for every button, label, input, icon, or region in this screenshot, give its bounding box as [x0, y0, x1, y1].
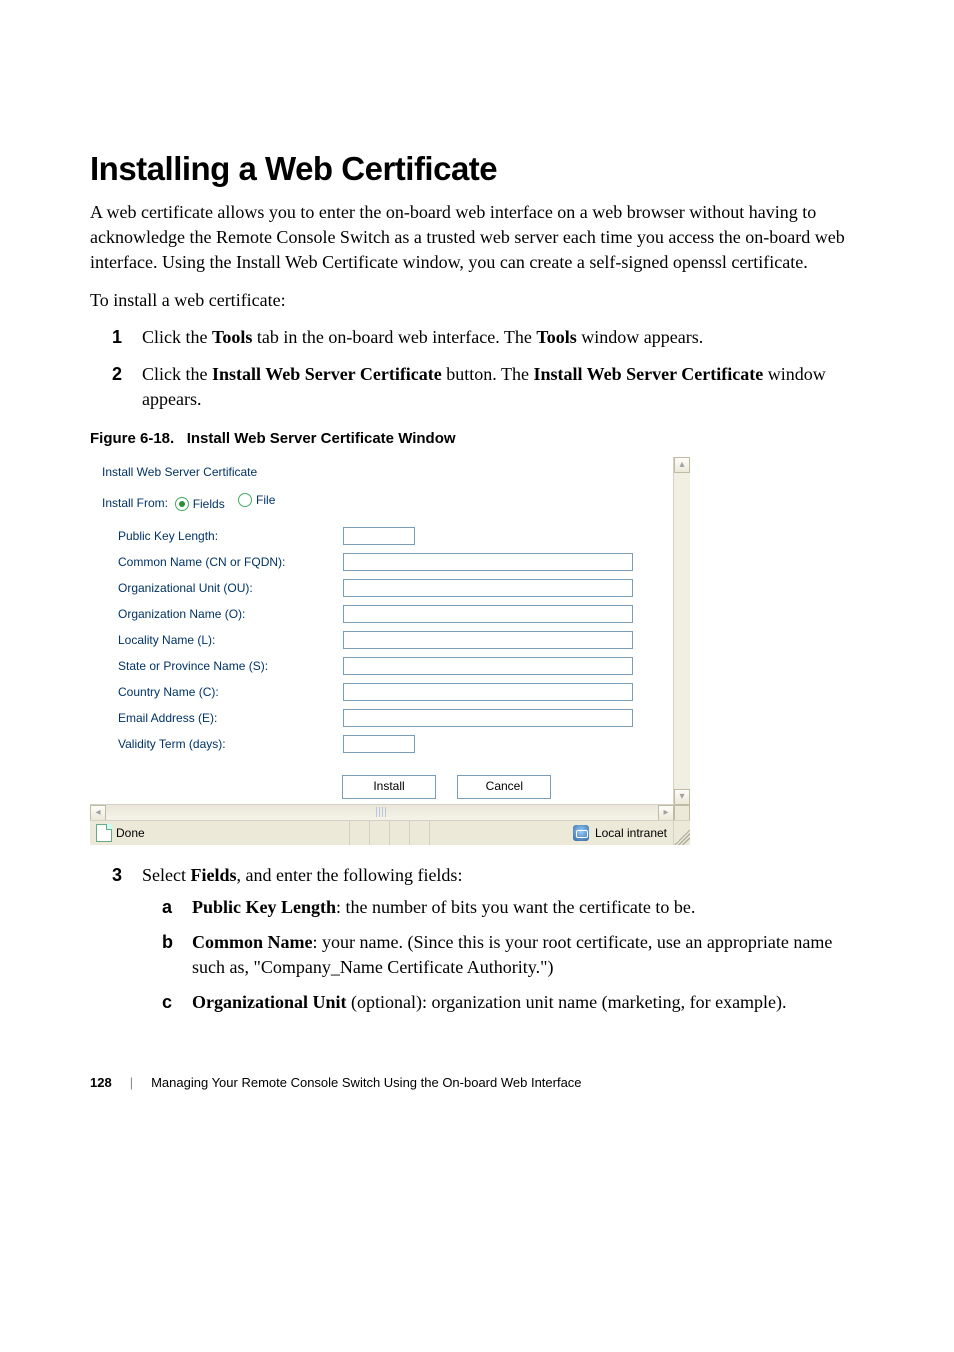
figure-caption: Figure 6-18. Install Web Server Certific… [90, 430, 864, 447]
label-email-address: Email Address (E): [118, 711, 343, 725]
scroll-down-icon[interactable]: ▾ [674, 789, 690, 805]
scroll-left-icon[interactable]: ◂ [90, 805, 106, 821]
label-country-name: Country Name (C): [118, 685, 343, 699]
certificate-window: Install Web Server Certificate Install F… [90, 457, 690, 845]
radio-icon [175, 497, 189, 511]
substep-marker-c: c [162, 990, 192, 1015]
input-public-key-length[interactable] [343, 527, 415, 545]
step-marker-2: 2 [112, 362, 142, 412]
input-organizational-unit[interactable] [343, 579, 633, 597]
horizontal-scrollbar[interactable]: ◂ ▸ [90, 804, 674, 821]
scroll-track[interactable] [106, 805, 658, 821]
input-state-province[interactable] [343, 657, 633, 675]
step-3-bold: Fields [190, 865, 236, 885]
input-organization-name[interactable] [343, 605, 633, 623]
vertical-scrollbar[interactable]: ▴ ▾ [673, 457, 690, 805]
substep-marker-b: b [162, 930, 192, 980]
status-bar: Done Local intranet [90, 820, 690, 845]
substep-b-bold: Common Name [192, 932, 312, 952]
step-3-post: , and enter the following fields: [237, 865, 463, 885]
step-1-bold2: Tools [536, 327, 576, 347]
input-common-name[interactable] [343, 553, 633, 571]
scroll-right-icon[interactable]: ▸ [658, 805, 674, 821]
step-2-pre: Click the [142, 364, 212, 384]
label-common-name: Common Name (CN or FQDN): [118, 555, 343, 569]
install-from-file-option[interactable]: File [238, 493, 275, 507]
input-locality-name[interactable] [343, 631, 633, 649]
step-2-mid: button. The [442, 364, 534, 384]
intro-paragraph: A web certificate allows you to enter th… [90, 200, 864, 276]
install-lead: To install a web certificate: [90, 288, 864, 313]
substep-c: Organizational Unit (optional): organiza… [192, 990, 787, 1015]
step-2-bold2: Install Web Server Certificate [533, 364, 763, 384]
scroll-grip-icon [376, 807, 388, 817]
step-2-bold1: Install Web Server Certificate [212, 364, 442, 384]
footer-title: Managing Your Remote Console Switch Usin… [151, 1075, 581, 1090]
step-2: Click the Install Web Server Certificate… [142, 362, 864, 412]
cert-window-title: Install Web Server Certificate [102, 465, 678, 479]
zone-icon [573, 825, 589, 841]
substep-a-bold: Public Key Length [192, 897, 336, 917]
input-country-name[interactable] [343, 683, 633, 701]
label-public-key-length: Public Key Length: [118, 529, 343, 543]
figure-caption-title: Install Web Server Certificate Window [187, 430, 456, 447]
label-organization-name: Organization Name (O): [118, 607, 343, 621]
substep-a-post: : the number of bits you want the certif… [336, 897, 695, 917]
cancel-button[interactable]: Cancel [457, 775, 551, 799]
input-email-address[interactable] [343, 709, 633, 727]
resize-grip-icon[interactable] [674, 821, 690, 845]
step-marker-3: 3 [112, 863, 142, 1025]
install-button[interactable]: Install [342, 775, 436, 799]
install-from-file-label: File [256, 493, 275, 507]
install-from-fields-label: Fields [193, 497, 225, 511]
step-3: Select Fields, and enter the following f… [142, 863, 864, 1025]
substep-b: Common Name: your name. (Since this is y… [192, 930, 864, 980]
substep-a: Public Key Length: the number of bits yo… [192, 895, 695, 920]
page-number: 128 [90, 1075, 112, 1090]
page-footer: 128 | Managing Your Remote Console Switc… [90, 1075, 864, 1090]
step-1-bold1: Tools [212, 327, 252, 347]
scroll-corner [674, 805, 690, 821]
label-validity-term: Validity Term (days): [118, 737, 343, 751]
input-validity-term[interactable] [343, 735, 415, 753]
install-from-label: Install From: [102, 496, 168, 510]
step-marker-1: 1 [112, 325, 142, 350]
substep-c-post: (optional): organization unit name (mark… [347, 992, 787, 1012]
status-zone: Local intranet [595, 826, 667, 840]
label-organizational-unit: Organizational Unit (OU): [118, 581, 343, 595]
page-heading: Installing a Web Certificate [90, 150, 864, 188]
status-done: Done [116, 826, 145, 840]
step-1-pre: Click the [142, 327, 212, 347]
step-1: Click the Tools tab in the on-board web … [142, 325, 703, 350]
footer-separator: | [130, 1075, 133, 1090]
page-icon [96, 824, 112, 842]
label-state-province: State or Province Name (S): [118, 659, 343, 673]
step-1-mid: tab in the on-board web interface. The [252, 327, 536, 347]
figure-caption-num: Figure 6-18. [90, 430, 174, 447]
radio-icon [238, 493, 252, 507]
step-3-pre: Select [142, 865, 190, 885]
step-1-post: window appears. [577, 327, 703, 347]
label-locality-name: Locality Name (L): [118, 633, 343, 647]
scroll-up-icon[interactable]: ▴ [674, 457, 690, 473]
substep-c-bold: Organizational Unit [192, 992, 347, 1012]
install-from-fields-option[interactable]: Fields [175, 497, 225, 511]
substep-marker-a: a [162, 895, 192, 920]
